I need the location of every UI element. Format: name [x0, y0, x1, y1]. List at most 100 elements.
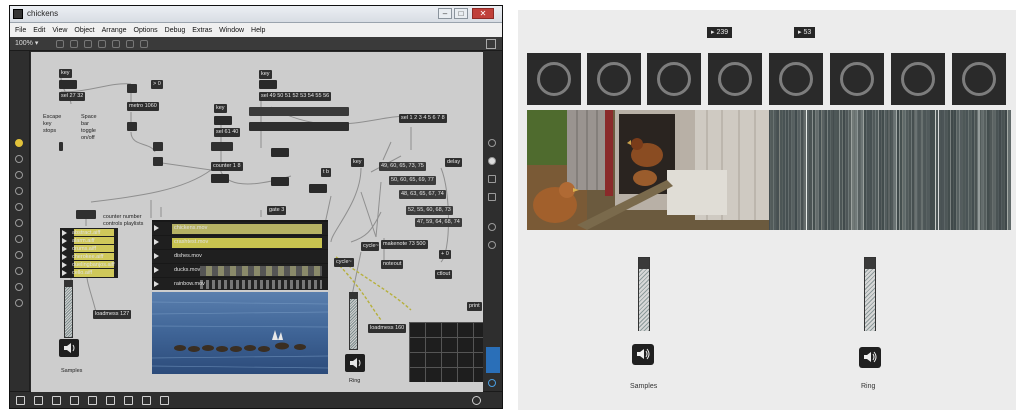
select-49-56[interactable]: sel 49 50 51 52 53 54 55 56: [259, 92, 332, 101]
inspector-icon[interactable]: [488, 175, 496, 183]
metro-object[interactable]: metro 1060: [127, 102, 159, 111]
menu-debug[interactable]: Debug: [165, 27, 186, 34]
arrow-icon[interactable]: [106, 396, 115, 405]
message-box[interactable]: [59, 142, 63, 151]
video-item[interactable]: dishes.mov: [152, 250, 328, 263]
ctlout-object[interactable]: ctlout: [435, 270, 453, 279]
greater-than-object[interactable]: > 0: [151, 80, 163, 89]
bang-row[interactable]: [249, 107, 349, 116]
menu-arrange[interactable]: Arrange: [102, 27, 127, 34]
camera-icon[interactable]: [488, 223, 496, 231]
settings-icon[interactable]: [15, 267, 23, 275]
gate-3-object[interactable]: gate 3: [267, 206, 287, 215]
number-box-3[interactable]: [214, 116, 232, 125]
video-playlist[interactable]: chickens.mov crashtest.mov dishes.mov du…: [152, 220, 328, 290]
link-icon[interactable]: [15, 235, 23, 243]
window-icon[interactable]: [70, 396, 79, 405]
close-button[interactable]: ✕: [472, 8, 494, 19]
dial-6[interactable]: [830, 53, 884, 105]
makenote-object[interactable]: makenote 73 500: [381, 240, 428, 249]
copy-icon[interactable]: [70, 40, 78, 48]
audio-playlist[interactable]: abstract.aiff alarm.aiff drums.aiff cher…: [60, 228, 118, 278]
key-object-3[interactable]: key: [214, 104, 227, 113]
gate-row[interactable]: [211, 142, 233, 151]
loadmess-127[interactable]: loadmess 127: [93, 310, 132, 319]
number-box-4[interactable]: [211, 174, 229, 183]
patcher-canvas[interactable]: key sel 27 32 Escape key stops Space bar…: [31, 52, 483, 392]
select-27-32[interactable]: sel 27 32: [59, 92, 86, 101]
menu-file[interactable]: File: [15, 27, 26, 34]
grid-toggle-icon[interactable]: [486, 39, 496, 49]
dial-3[interactable]: [647, 53, 701, 105]
dial-1[interactable]: [527, 53, 581, 105]
menu-window[interactable]: Window: [219, 27, 244, 34]
key-object-1[interactable]: key: [59, 69, 72, 78]
lock-icon[interactable]: [56, 40, 64, 48]
video-item[interactable]: chickens.mov: [152, 222, 328, 235]
speaker-left[interactable]: [59, 339, 79, 357]
number-box-7[interactable]: [309, 184, 327, 193]
noteout-object[interactable]: noteout: [381, 260, 404, 269]
table-icon[interactable]: [160, 396, 169, 405]
play-bottom-icon[interactable]: [472, 396, 481, 405]
matrix-grid[interactable]: [409, 322, 483, 382]
cycle-object-2[interactable]: cycle~: [334, 258, 354, 267]
plus-object[interactable]: + 0: [439, 250, 451, 259]
pointer-icon[interactable]: [15, 251, 23, 259]
chord-message-4[interactable]: 52, 55, 60, 68, 73: [406, 206, 453, 215]
key-object-4[interactable]: key: [351, 158, 364, 167]
music-icon[interactable]: [15, 187, 23, 195]
bang-2[interactable]: [153, 142, 163, 151]
dial-7[interactable]: [891, 53, 945, 105]
dial-4[interactable]: [708, 53, 762, 105]
number-box-8[interactable]: [76, 210, 96, 219]
maximize-button[interactable]: □: [454, 8, 468, 19]
wrench-icon[interactable]: [124, 396, 133, 405]
bang-3[interactable]: [153, 157, 163, 166]
number-box-5[interactable]: [271, 148, 289, 157]
number-box[interactable]: [59, 80, 77, 89]
piano-icon[interactable]: [142, 396, 151, 405]
counter-object[interactable]: counter 1 8: [211, 162, 243, 171]
grid-bottom-icon[interactable]: [88, 396, 97, 405]
info-icon[interactable]: [488, 157, 496, 165]
menu-help[interactable]: Help: [251, 27, 265, 34]
toggle[interactable]: [127, 84, 137, 93]
select-61-40[interactable]: sel 61 40: [214, 128, 241, 137]
history-icon[interactable]: [15, 283, 23, 291]
star-icon[interactable]: [15, 299, 23, 307]
speaker-toggle-right[interactable]: [859, 347, 881, 368]
browser-icon[interactable]: [15, 155, 23, 163]
video-item[interactable]: crashtest.mov: [152, 236, 328, 249]
bracket-icon[interactable]: [15, 203, 23, 211]
menu-extras[interactable]: Extras: [192, 27, 212, 34]
menu-object[interactable]: Object: [74, 27, 94, 34]
chord-message-1[interactable]: 49, 60, 65, 73, 75: [379, 162, 426, 171]
number-box-6[interactable]: [271, 177, 289, 186]
gain-slider-right[interactable]: [349, 292, 358, 350]
chord-message-2[interactable]: 50, 60, 65, 69, 77: [389, 176, 436, 185]
gain-meter-right[interactable]: [864, 257, 876, 331]
paste-icon[interactable]: [84, 40, 92, 48]
gain-meter-left[interactable]: [638, 257, 650, 331]
t-b-object[interactable]: t b: [321, 168, 332, 177]
loadmess-160[interactable]: loadmess 160: [368, 324, 407, 333]
dial-8[interactable]: [952, 53, 1006, 105]
message-row[interactable]: [249, 122, 349, 131]
menu-options[interactable]: Options: [134, 27, 158, 34]
video-item[interactable]: rainbow.mov: [152, 278, 328, 290]
lock-bottom-icon[interactable]: [16, 396, 25, 405]
palette-icon[interactable]: [15, 139, 23, 147]
menu-view[interactable]: View: [52, 27, 67, 34]
cycle-object[interactable]: cycle~: [361, 242, 379, 251]
chord-message-5[interactable]: 47, 59, 64, 68, 74: [415, 218, 462, 227]
speaker-right[interactable]: [345, 354, 365, 372]
chord-message-3[interactable]: 48, 63, 65, 67, 74: [399, 190, 446, 199]
comment-icon[interactable]: [52, 396, 61, 405]
select-1-8[interactable]: sel 1 2 3 4 5 6 7 8: [399, 114, 447, 123]
delay-object[interactable]: delay: [445, 158, 463, 167]
image-icon[interactable]: [15, 219, 23, 227]
dial-5[interactable]: [769, 53, 823, 105]
print-object[interactable]: print: [467, 302, 482, 311]
power-icon[interactable]: [488, 379, 496, 387]
